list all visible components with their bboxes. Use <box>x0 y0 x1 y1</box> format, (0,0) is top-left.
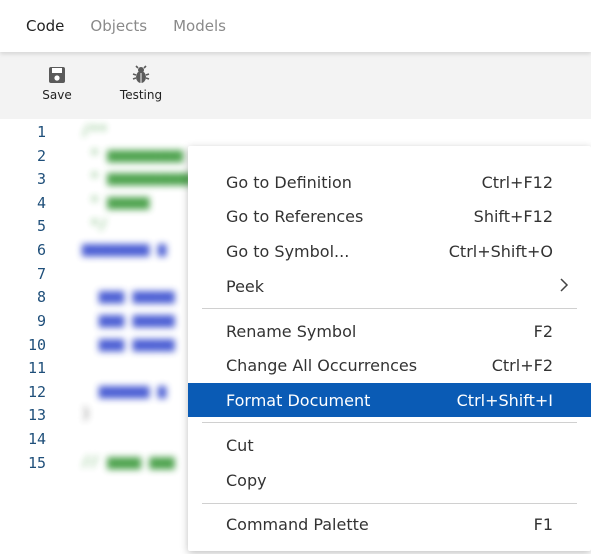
menu-item-label: Command Palette <box>226 514 369 534</box>
line-number: 4 <box>36 194 46 212</box>
tab-code[interactable]: Code <box>0 0 77 52</box>
line-number: 3 <box>36 170 46 188</box>
menu-item-label: Copy <box>226 470 267 490</box>
menu-item-shortcut: Shift+F12 <box>473 206 553 226</box>
line-number: 11 <box>27 359 46 377</box>
menu-item-label: Peek <box>226 276 265 296</box>
menu-item-shortcut: Ctrl+Shift+I <box>456 390 553 410</box>
context-menu: Go to Definition Ctrl+F12 Go to Referenc… <box>188 146 591 551</box>
menu-item-label: Rename Symbol <box>226 321 357 341</box>
menu-item-label: Format Document <box>226 390 371 410</box>
menu-separator <box>202 422 577 423</box>
save-label: Save <box>42 88 72 102</box>
line-number: 7 <box>36 265 46 283</box>
toolbar: Save Testing <box>0 52 591 119</box>
menu-separator <box>202 503 577 504</box>
menu-item-go-to-definition[interactable]: Go to Definition Ctrl+F12 <box>188 165 591 199</box>
line-number: 8 <box>36 288 46 306</box>
line-number: 9 <box>36 312 46 330</box>
menu-item-rename-symbol[interactable]: Rename Symbol F2 <box>188 314 591 348</box>
menu-item-label: Go to References <box>226 206 364 226</box>
line-number: 10 <box>27 336 46 354</box>
menu-item-format-document[interactable]: Format Document Ctrl+Shift+I <box>188 383 591 417</box>
line-number: 12 <box>27 383 46 401</box>
tab-objects[interactable]: Objects <box>77 0 160 52</box>
menu-item-label: Change All Occurrences <box>226 355 418 375</box>
tab-models[interactable]: Models <box>160 0 239 52</box>
menu-item-label: Go to Definition <box>226 172 352 192</box>
menu-item-shortcut: Ctrl+F12 <box>481 172 553 192</box>
testing-button[interactable]: Testing <box>112 64 170 102</box>
menu-item-command-palette[interactable]: Command Palette F1 <box>188 507 591 541</box>
line-number: 13 <box>27 406 46 424</box>
menu-item-go-to-references[interactable]: Go to References Shift+F12 <box>188 199 591 233</box>
menu-item-shortcut: Ctrl+Shift+O <box>448 241 553 261</box>
line-number: 5 <box>36 217 46 235</box>
line-number: 6 <box>36 241 46 259</box>
menu-item-label: Cut <box>226 435 254 455</box>
menu-item-shortcut: Ctrl+F2 <box>491 355 553 375</box>
floppy-disk-icon <box>49 67 65 83</box>
testing-label: Testing <box>119 88 163 102</box>
chevron-right-icon <box>560 278 569 292</box>
menu-item-copy[interactable]: Copy <box>188 463 591 497</box>
line-number: 14 <box>27 430 46 448</box>
line-number: 1 <box>36 123 46 141</box>
menu-item-change-all-occurrences[interactable]: Change All Occurrences Ctrl+F2 <box>188 348 591 382</box>
menu-item-shortcut: F1 <box>533 514 553 534</box>
menu-item-cut[interactable]: Cut <box>188 428 591 462</box>
menu-item-label: Go to Symbol... <box>226 241 350 261</box>
menu-item-shortcut: F2 <box>533 321 553 341</box>
menu-item-peek[interactable]: Peek <box>188 269 591 303</box>
save-button[interactable]: Save <box>34 64 80 102</box>
tab-bar: Code Objects Models <box>0 0 591 52</box>
menu-item-go-to-symbol[interactable]: Go to Symbol... Ctrl+Shift+O <box>188 234 591 268</box>
bug-icon <box>132 65 150 83</box>
line-number: 15 <box>27 454 46 472</box>
line-number: 2 <box>36 147 46 165</box>
menu-separator <box>202 308 577 309</box>
